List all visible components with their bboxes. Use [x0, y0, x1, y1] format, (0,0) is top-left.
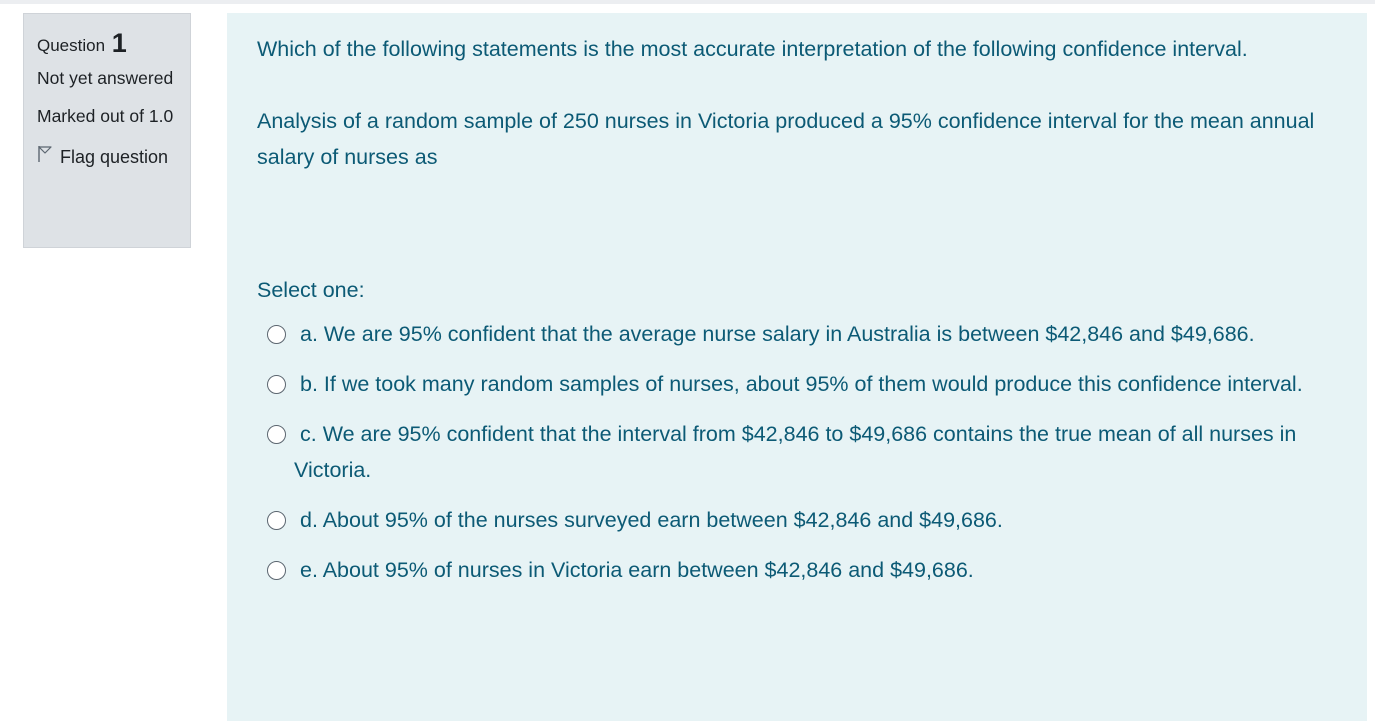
question-label: Question: [37, 36, 106, 55]
radio-button-a[interactable]: [267, 325, 286, 344]
select-one-prompt: Select one:: [257, 278, 365, 302]
answer-option-e[interactable]: e. About 95% of nurses in Victoria earn …: [257, 552, 1337, 588]
flag-question-link[interactable]: Flag question: [37, 144, 177, 170]
page-top-border: [0, 0, 1375, 4]
question-statement: Which of the following statements is the…: [257, 37, 1248, 61]
question-number: Question 1: [37, 28, 177, 60]
answer-option-c[interactable]: c. We are 95% confident that the interva…: [257, 416, 1337, 488]
question-state: Not yet answered: [37, 68, 174, 88]
flag-question-label: Flag question: [60, 147, 169, 167]
question-content: Which of the following statements is the…: [227, 13, 1367, 721]
question-info-panel: Question 1 Not yet answered Marked out o…: [23, 13, 191, 248]
answer-option-c-label: c. We are 95% confident that the interva…: [294, 422, 1297, 482]
answer-option-b-label: b. If we took many random samples of nur…: [300, 372, 1303, 396]
radio-button-e[interactable]: [267, 561, 286, 580]
answer-option-d[interactable]: d. About 95% of the nurses surveyed earn…: [257, 502, 1337, 538]
flag-icon: [37, 144, 60, 170]
answer-option-a-label: a. We are 95% confident that the average…: [300, 322, 1255, 346]
answer-options: a. We are 95% confident that the average…: [257, 316, 1337, 588]
question-text: Which of the following statements is the…: [257, 31, 1337, 175]
question-context: Analysis of a random sample of 250 nurse…: [257, 109, 1315, 169]
radio-button-c[interactable]: [267, 425, 286, 444]
answer-option-d-label: d. About 95% of the nurses surveyed earn…: [300, 508, 1003, 532]
radio-button-b[interactable]: [267, 375, 286, 394]
answer-option-e-label: e. About 95% of nurses in Victoria earn …: [300, 558, 974, 582]
radio-button-d[interactable]: [267, 511, 286, 530]
answer-option-a[interactable]: a. We are 95% confident that the average…: [257, 316, 1337, 352]
question-grade: Marked out of 1.0: [37, 106, 174, 126]
answer-option-b[interactable]: b. If we took many random samples of nur…: [257, 366, 1337, 402]
question-number-value: 1: [111, 28, 127, 58]
